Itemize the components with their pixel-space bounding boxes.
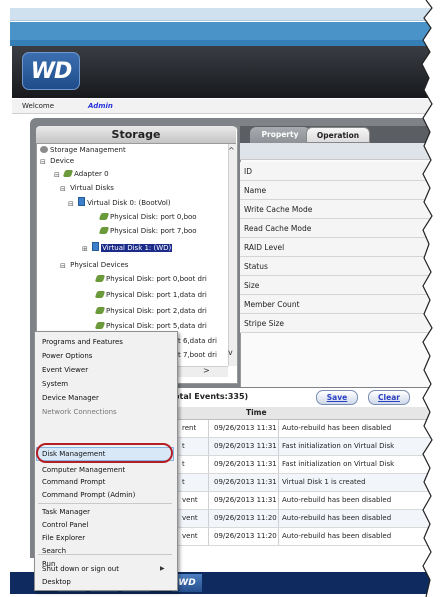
property-header bbox=[240, 143, 432, 160]
tree-item-physical-disk[interactable]: t 6,data dri bbox=[178, 336, 217, 346]
events-title: otal Events:335) bbox=[174, 392, 249, 401]
menu-item-file-explorer[interactable]: File Explorer bbox=[42, 532, 85, 544]
tree-item-physical-disk[interactable]: t 7,boot dri bbox=[178, 350, 217, 360]
welcome-bar bbox=[12, 99, 432, 114]
tree-item-physical-disk[interactable]: Physical Disk: port 0,boot dri bbox=[94, 274, 207, 284]
menu-item-system[interactable]: System bbox=[42, 378, 68, 390]
tree-item-virtual-disk-1[interactable]: ⊞ Virtual Disk 1: (WD) bbox=[82, 242, 173, 253]
menu-item-device-manager[interactable]: Device Manager bbox=[42, 392, 99, 404]
selected-label: Virtual Disk 1: (WD) bbox=[101, 244, 173, 252]
save-button[interactable]: Save bbox=[316, 390, 358, 405]
tree-item-device[interactable]: ⊟ Device bbox=[40, 156, 74, 166]
menu-item-network-connections[interactable]: Network Connections bbox=[42, 406, 117, 418]
collapse-icon[interactable]: ⊟ bbox=[40, 157, 46, 166]
events-table-header bbox=[176, 407, 432, 420]
torn-edge bbox=[421, 0, 448, 597]
scroll-down-icon[interactable]: v bbox=[228, 348, 233, 357]
user-name: Admin bbox=[88, 102, 113, 110]
collapse-icon[interactable]: ⊟ bbox=[60, 261, 66, 270]
property-row-name: Name bbox=[240, 181, 432, 200]
wd-logo: WD bbox=[22, 52, 80, 90]
tree-item-storage-management[interactable]: Storage Management bbox=[40, 145, 126, 155]
property-row-stripe-size: Stripe Size bbox=[240, 314, 432, 333]
tree-vertical-scrollbar[interactable] bbox=[228, 144, 237, 366]
collapse-icon[interactable]: ⊟ bbox=[54, 170, 60, 179]
menu-item-shut-down[interactable]: Shut down or sign out bbox=[42, 563, 119, 575]
menu-item-command-prompt[interactable]: Command Prompt bbox=[42, 476, 105, 488]
window-top-strip bbox=[10, 8, 432, 21]
menu-item-task-manager[interactable]: Task Manager bbox=[42, 506, 90, 518]
table-row[interactable]: vent 09/26/2013 11:31 Auto-rebuild has b… bbox=[176, 492, 432, 510]
adapter-icon bbox=[62, 170, 74, 177]
table-row[interactable]: t 09/26/2013 11:31 Fast initialization o… bbox=[176, 456, 432, 474]
menu-separator bbox=[38, 503, 172, 504]
physical-disk-icon bbox=[94, 307, 106, 314]
property-row-size: Size bbox=[240, 276, 432, 295]
table-row[interactable]: t 09/26/2013 11:31 Fast initialization o… bbox=[176, 438, 432, 456]
property-row-status: Status bbox=[240, 257, 432, 276]
physical-disk-icon bbox=[98, 227, 110, 234]
scroll-right-icon[interactable]: > bbox=[203, 366, 210, 375]
table-row[interactable]: vent 09/26/2013 11:20 Auto-rebuild has b… bbox=[176, 528, 432, 546]
tree-item-virtual-disk-0[interactable]: ⊟ Virtual Disk 0: (BootVol) bbox=[68, 197, 171, 208]
menu-item-computer-management[interactable]: Computer Management bbox=[42, 464, 125, 476]
collapse-icon[interactable]: ⊟ bbox=[60, 184, 66, 193]
virtual-disk-icon bbox=[92, 242, 100, 251]
physical-disk-icon bbox=[94, 275, 106, 282]
physical-disk-icon bbox=[98, 213, 110, 220]
property-row-write-cache: Write Cache Mode bbox=[240, 200, 432, 219]
property-row-id: ID bbox=[240, 162, 432, 181]
tree-item-virtual-disks[interactable]: ⊟ Virtual Disks bbox=[60, 183, 114, 193]
tree-item-physical-disk[interactable]: Physical Disk: port 7,boo bbox=[98, 226, 197, 236]
menu-item-desktop[interactable]: Desktop bbox=[42, 576, 71, 588]
storage-icon bbox=[40, 146, 48, 153]
virtual-disk-icon bbox=[78, 197, 86, 206]
menu-item-command-prompt-admin[interactable]: Command Prompt (Admin) bbox=[42, 489, 135, 501]
scroll-up-icon[interactable]: ^ bbox=[228, 146, 235, 155]
column-header-time[interactable]: Time bbox=[246, 408, 267, 417]
storage-title: Storage bbox=[36, 126, 236, 144]
tree-item-physical-disk[interactable]: Physical Disk: port 1,data dri bbox=[94, 290, 207, 300]
property-row-read-cache: Read Cache Mode bbox=[240, 219, 432, 238]
physical-disk-icon bbox=[94, 291, 106, 298]
tree-item-physical-disk[interactable]: Physical Disk: port 0,boo bbox=[98, 212, 197, 222]
physical-disk-icon bbox=[94, 322, 106, 329]
collapse-icon[interactable]: ⊟ bbox=[68, 199, 74, 208]
tab-operation[interactable]: Operation bbox=[306, 127, 370, 143]
table-row[interactable]: vent 09/26/2013 11:20 Auto-rebuild has b… bbox=[176, 510, 432, 528]
menu-item-power-options[interactable]: Power Options bbox=[42, 350, 92, 362]
menu-item-programs-and-features[interactable]: Programs and Features bbox=[42, 336, 123, 348]
highlight-oval bbox=[36, 443, 173, 463]
welcome-label: Welcome bbox=[22, 102, 55, 110]
tree-item-physical-devices[interactable]: ⊟ Physical Devices bbox=[60, 260, 128, 270]
tree-item-adapter[interactable]: ⊟ Adapter 0 bbox=[54, 169, 109, 179]
title-bar bbox=[10, 22, 432, 40]
table-row[interactable]: rent 09/26/2013 11:31 Auto-rebuild has b… bbox=[176, 420, 432, 438]
tab-property[interactable]: Property bbox=[250, 127, 310, 143]
menu-separator bbox=[38, 554, 172, 555]
clear-button[interactable]: Clear bbox=[368, 390, 410, 405]
menu-item-event-viewer[interactable]: Event Viewer bbox=[42, 364, 88, 376]
menu-item-search[interactable]: Search bbox=[42, 545, 66, 557]
tree-item-physical-disk[interactable]: Physical Disk: port 2,data dri bbox=[94, 306, 207, 316]
submenu-arrow-icon: ▶ bbox=[160, 565, 165, 572]
table-row[interactable]: t 09/26/2013 11:31 Virtual Disk 1 is cre… bbox=[176, 474, 432, 492]
tree-item-physical-disk[interactable]: Physical Disk: port 5,data dri bbox=[94, 321, 207, 331]
property-row-member-count: Member Count bbox=[240, 295, 432, 314]
property-row-raid-level: RAID Level bbox=[240, 238, 432, 257]
expand-icon[interactable]: ⊞ bbox=[82, 244, 88, 253]
menu-item-control-panel[interactable]: Control Panel bbox=[42, 519, 88, 531]
